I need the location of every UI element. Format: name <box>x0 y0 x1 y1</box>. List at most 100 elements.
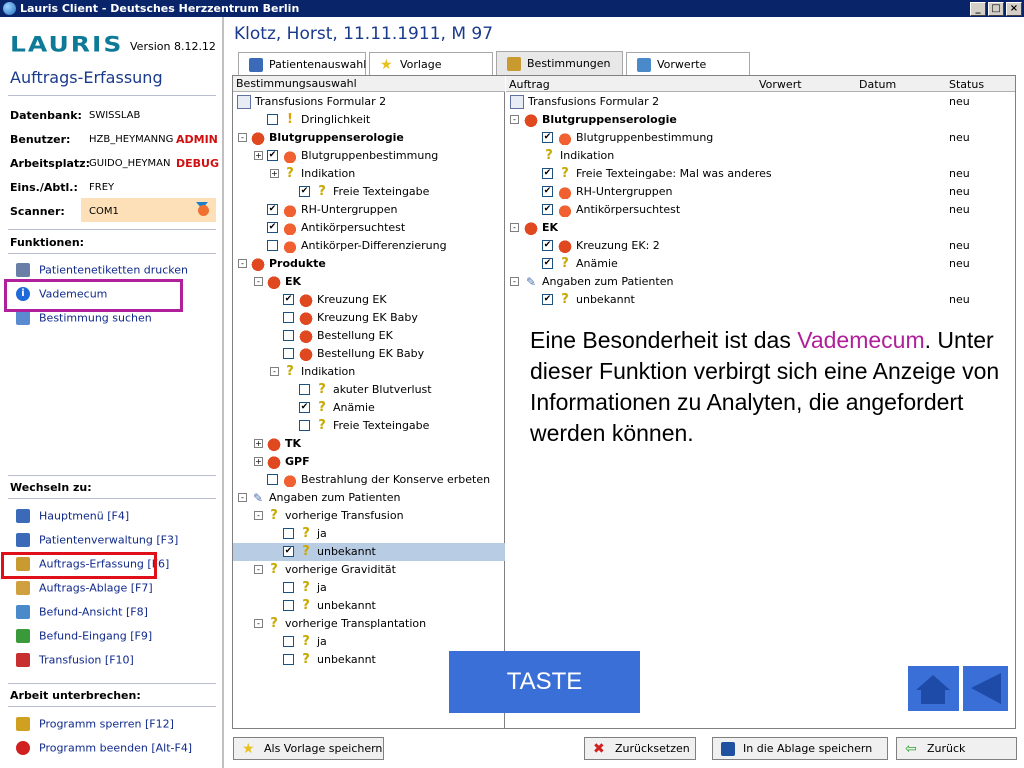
tree-row[interactable]: -? vorherige Transplantation <box>233 615 505 633</box>
order-row[interactable]: ✔? Freie Texteingabe: Mal was anderes neu <box>506 165 1015 183</box>
order-row[interactable]: ✔ Blutgruppenbestimmung neu <box>506 129 1015 147</box>
tree-row[interactable]: - ✎ Angaben zum Patienten <box>233 489 505 507</box>
tree-checkbox[interactable]: ✔ <box>283 546 294 557</box>
tree-checkbox[interactable] <box>267 114 278 125</box>
order-row[interactable]: ✔ Antikörpersuchtest neu <box>506 201 1015 219</box>
order-checkbox[interactable]: ✔ <box>542 204 553 215</box>
tree-row[interactable]: Kreuzung EK Baby <box>233 309 505 327</box>
order-row[interactable]: Transfusions Formular 2 neu <box>506 93 1015 111</box>
nav-auftrags-ablage-f7[interactable]: Auftrags-Ablage [F7] <box>16 581 153 599</box>
order-checkbox[interactable]: ✔ <box>542 168 553 179</box>
order-checkbox[interactable]: ✔ <box>542 132 553 143</box>
tree-row[interactable]: - Blutgruppenserologie <box>233 129 505 147</box>
tree-checkbox[interactable] <box>283 636 294 647</box>
tree-checkbox[interactable] <box>283 330 294 341</box>
tree-row[interactable]: ✔ Kreuzung EK <box>233 291 505 309</box>
zurücksetzen-button[interactable]: ✖ Zurücksetzen <box>584 737 696 760</box>
tree-expander[interactable]: + <box>254 457 263 466</box>
order-row[interactable]: ✔? Anämie neu <box>506 255 1015 273</box>
tree-checkbox[interactable] <box>267 474 278 485</box>
nav-patientenverwaltung-f3[interactable]: Patientenverwaltung [F3] <box>16 533 178 551</box>
order-row[interactable]: ✔? unbekannt neu <box>506 291 1015 309</box>
nav-programm-sperren-f12[interactable]: Programm sperren [F12] <box>16 717 174 735</box>
tree-row[interactable]: Bestellung EK <box>233 327 505 345</box>
tree-checkbox[interactable]: ✔ <box>267 222 278 233</box>
tree-row[interactable]: ? ja <box>233 579 505 597</box>
tab-patientenauswahl[interactable]: Patientenauswahl <box>238 52 366 76</box>
tab-vorwerte[interactable]: Vorwerte <box>626 52 750 76</box>
tree-row[interactable]: -? vorherige Gravidität <box>233 561 505 579</box>
tree-expander[interactable]: - <box>510 223 519 232</box>
tree-checkbox[interactable]: ✔ <box>299 402 310 413</box>
tree-row[interactable]: ? ja <box>233 525 505 543</box>
order-checkbox[interactable]: ✔ <box>542 294 553 305</box>
tree-row[interactable]: -? Indikation <box>233 363 505 381</box>
order-row[interactable]: - Blutgruppenserologie <box>506 111 1015 129</box>
order-checkbox[interactable]: ✔ <box>542 258 553 269</box>
tree-row[interactable]: ? Freie Texteingabe <box>233 417 505 435</box>
tree-checkbox[interactable] <box>283 600 294 611</box>
nav-bestimmung-suchen[interactable]: Bestimmung suchen <box>16 311 152 329</box>
tree-row[interactable]: + GPF <box>233 453 505 471</box>
info-value[interactable]: FREY <box>89 182 114 193</box>
tree-checkbox[interactable]: ✔ <box>267 204 278 215</box>
tree-expander[interactable]: - <box>254 565 263 574</box>
tree-expander[interactable]: - <box>510 277 519 286</box>
als-vorlage-speichern-button[interactable]: ★ Als Vorlage speichern <box>233 737 384 760</box>
tree-row[interactable]: Antikörper-Differenzierung <box>233 237 505 255</box>
tab-bestimmungen[interactable]: Bestimmungen <box>496 51 623 76</box>
nav-hauptmenü-f4[interactable]: Hauptmenü [F4] <box>16 509 129 527</box>
tree-row[interactable]: - EK <box>233 273 505 291</box>
order-row[interactable]: ✔ Kreuzung EK: 2 neu <box>506 237 1015 255</box>
tree-expander[interactable]: - <box>238 493 247 502</box>
tree-checkbox[interactable] <box>283 582 294 593</box>
tree-expander[interactable]: - <box>238 259 247 268</box>
back-nav-button[interactable] <box>963 666 1008 711</box>
tree-row[interactable]: ✔? Freie Texteingabe <box>233 183 505 201</box>
maximize-button[interactable]: □ <box>988 2 1004 16</box>
tree-checkbox[interactable] <box>283 348 294 359</box>
tree-checkbox[interactable] <box>299 384 310 395</box>
order-checkbox[interactable]: ✔ <box>542 240 553 251</box>
tab-vorlage[interactable]: ★ Vorlage <box>369 52 493 76</box>
nav-transfusion-f10[interactable]: Transfusion [F10] <box>16 653 134 671</box>
tree-row[interactable]: Transfusions Formular 2 <box>233 93 505 111</box>
minimize-button[interactable]: _ <box>970 2 986 16</box>
tree-checkbox[interactable] <box>283 528 294 539</box>
order-row[interactable]: ✔ RH-Untergruppen neu <box>506 183 1015 201</box>
tree-expander[interactable]: - <box>254 277 263 286</box>
tree-expander[interactable]: - <box>254 619 263 628</box>
tree-expander[interactable]: - <box>238 133 247 142</box>
tree-row[interactable]: + TK <box>233 435 505 453</box>
order-row[interactable]: ? Indikation <box>506 147 1015 165</box>
order-row[interactable]: - ✎ Angaben zum Patienten <box>506 273 1015 291</box>
tree-expander[interactable]: - <box>270 367 279 376</box>
tree-checkbox[interactable] <box>299 420 310 431</box>
tree-row[interactable]: ? ja <box>233 633 505 651</box>
home-button[interactable] <box>908 666 959 711</box>
tree-checkbox[interactable]: ✔ <box>299 186 310 197</box>
tree-row[interactable]: ? akuter Blutverlust <box>233 381 505 399</box>
zurück-button[interactable]: ⇦ Zurück <box>896 737 1017 760</box>
order-row[interactable]: - EK <box>506 219 1015 237</box>
tree-row[interactable]: -? vorherige Transfusion <box>233 507 505 525</box>
tree-expander[interactable]: + <box>254 439 263 448</box>
tree-row[interactable]: +? Indikation <box>233 165 505 183</box>
taste-button[interactable]: TASTE <box>449 651 640 713</box>
tree-checkbox[interactable] <box>283 312 294 323</box>
nav-programm-beenden-alt-f4[interactable]: Programm beenden [Alt-F4] <box>16 741 192 759</box>
tree-row[interactable]: ? unbekannt <box>233 597 505 615</box>
order-checkbox[interactable]: ✔ <box>542 186 553 197</box>
tree-expander[interactable]: - <box>510 115 519 124</box>
tree-row[interactable]: ✔ Antikörpersuchtest <box>233 219 505 237</box>
tree-row[interactable]: ✔? Anämie <box>233 399 505 417</box>
tree-row[interactable]: ✔? unbekannt <box>233 543 505 561</box>
tree-row[interactable]: Bestrahlung der Konserve erbeten <box>233 471 505 489</box>
tree-checkbox[interactable] <box>283 654 294 665</box>
tree-row[interactable]: ! Dringlichkeit <box>233 111 505 129</box>
tree-row[interactable]: + ✔ Blutgruppenbestimmung <box>233 147 505 165</box>
nav-befund-eingang-f9[interactable]: Befund-Eingang [F9] <box>16 629 152 647</box>
info-value[interactable]: COM1 <box>89 206 119 217</box>
nav-befund-ansicht-f8[interactable]: Befund-Ansicht [F8] <box>16 605 148 623</box>
in-die-ablage-speichern-button[interactable]: In die Ablage speichern <box>712 737 888 760</box>
